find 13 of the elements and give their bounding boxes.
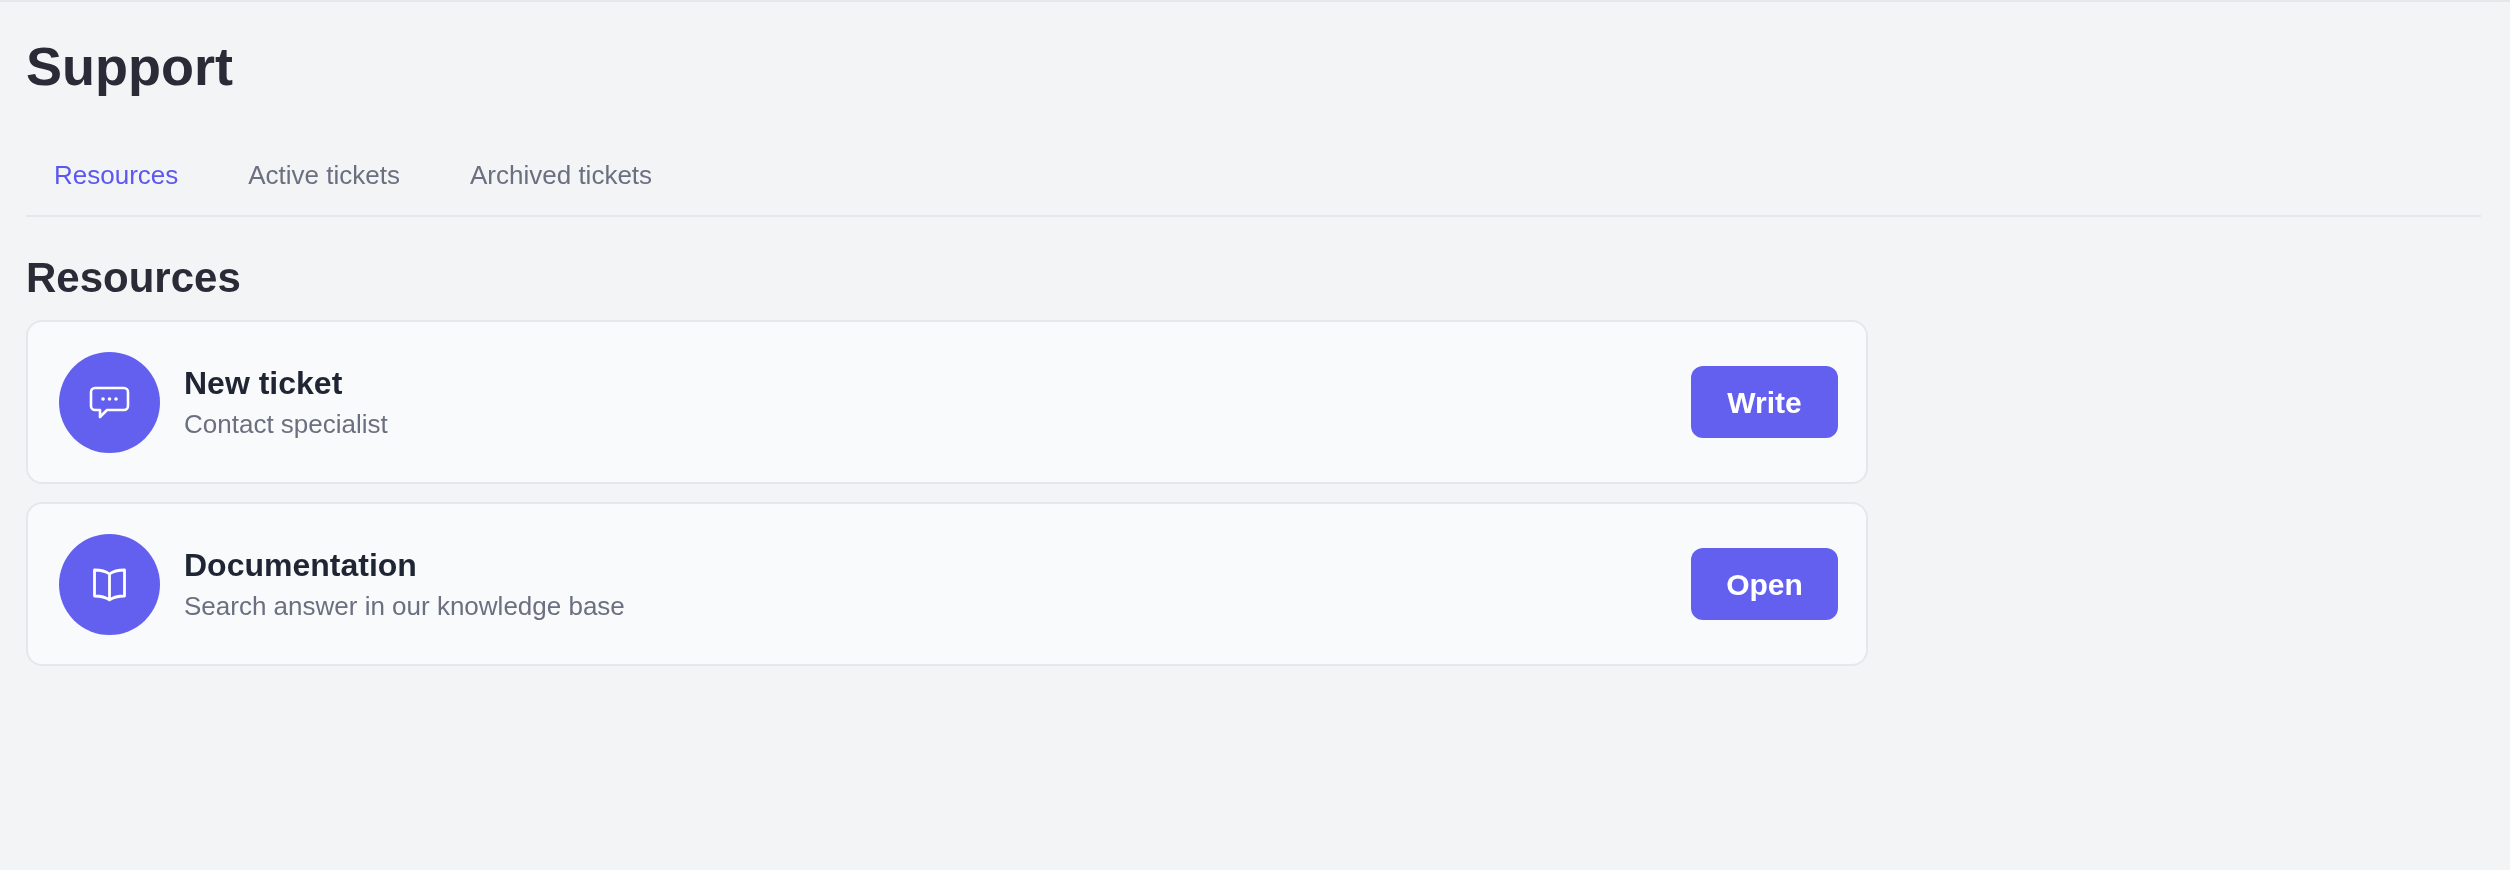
- open-book-icon: [59, 533, 160, 635]
- tab[interactable]: Archived tickets: [442, 135, 681, 215]
- card-subtitle: Search answer in our knowledge base: [184, 590, 625, 623]
- card-subtitle: Contact specialist: [184, 408, 388, 441]
- chat-bubble-icon: [59, 351, 160, 453]
- action-button[interactable]: Open: [1691, 548, 1838, 620]
- card-title: New ticket: [184, 364, 343, 403]
- tab[interactable]: Resources: [26, 135, 207, 215]
- card-title: Documentation: [184, 546, 417, 585]
- tab[interactable]: Active tickets: [220, 135, 428, 215]
- section-heading: Resources: [26, 253, 241, 303]
- page-title: Support: [26, 35, 233, 98]
- action-button[interactable]: Write: [1691, 366, 1838, 438]
